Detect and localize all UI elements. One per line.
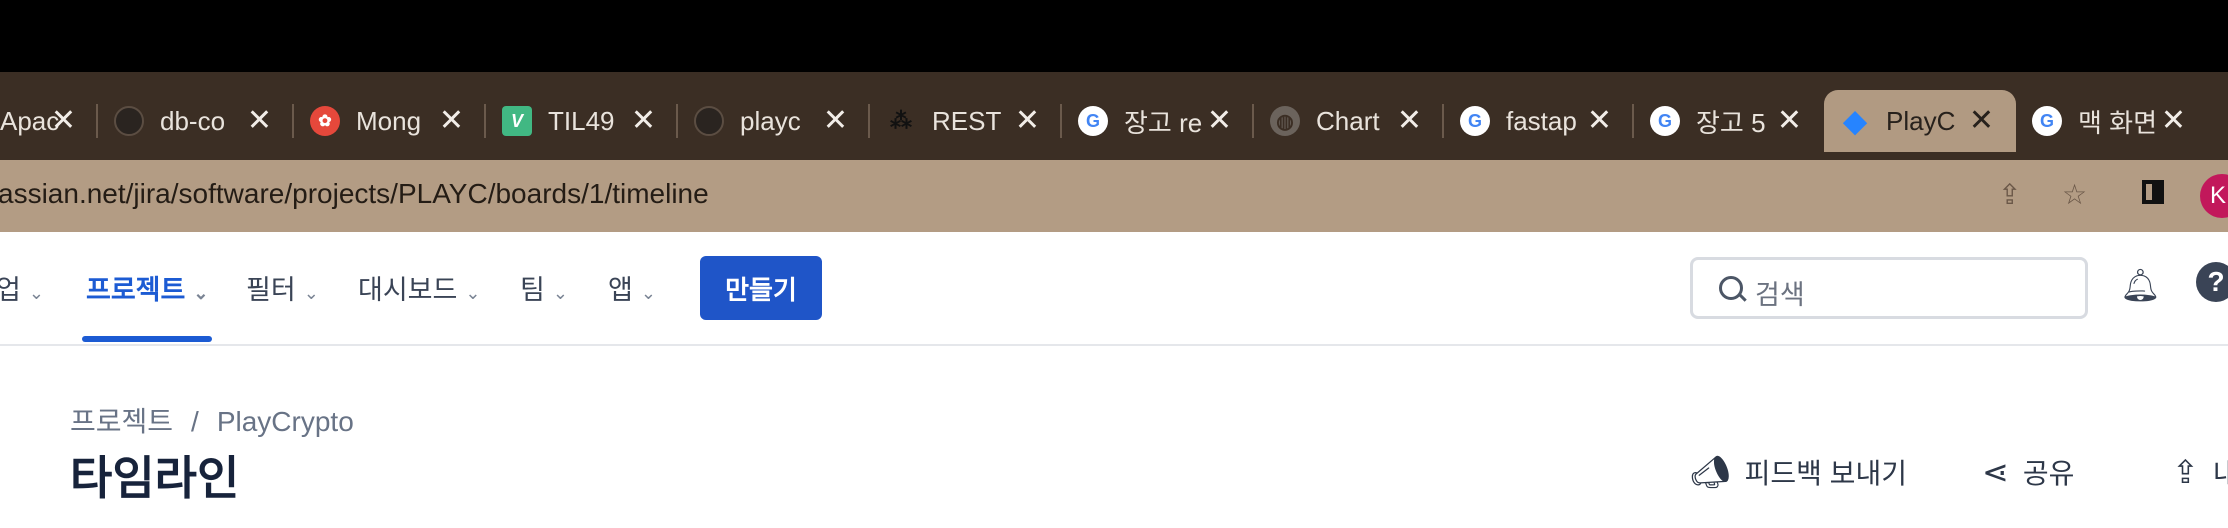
nav-item-apps[interactable]: 앱 ⌄	[608, 268, 656, 307]
breadcrumb-separator: /	[191, 406, 199, 437]
nav-item-label: 팀	[520, 275, 545, 305]
close-icon[interactable]: ✕	[1777, 104, 1802, 138]
active-nav-indicator	[82, 336, 212, 342]
close-icon[interactable]: ✕	[1969, 104, 1994, 138]
tab-title: 장고 re	[1124, 107, 1203, 138]
tab-title: playc	[740, 105, 801, 136]
tab-title: Chart	[1316, 105, 1380, 136]
jira-top-nav: 업 ⌄ 프로젝트 ⌄ 필터 ⌄ 대시보드 ⌄ 팀 ⌄ 앱 ⌄ 만들기 검색 🔔︎ ?	[0, 232, 2228, 346]
share-button[interactable]: ⋖ 공유	[1982, 452, 2074, 492]
breadcrumb: 프로젝트 / PlayCrypto	[70, 400, 354, 440]
tab-title: Apac	[0, 105, 60, 136]
breadcrumb-project-link[interactable]: PlayCrypto	[217, 406, 354, 437]
browser-tab-db-co[interactable]: db-co ✕	[98, 90, 294, 152]
nav-item-label: 대시보드	[358, 275, 458, 305]
share-label: 공유	[2022, 458, 2075, 489]
close-icon[interactable]: ✕	[1015, 104, 1040, 138]
chevron-down-icon: ⌄	[465, 283, 481, 303]
nav-item-label: 필터	[246, 275, 296, 305]
google-icon: G	[1460, 106, 1490, 136]
profile-avatar[interactable]: K	[2200, 174, 2228, 218]
create-button[interactable]: 만들기	[700, 256, 822, 320]
nav-item-dashboards[interactable]: 대시보드 ⌄	[358, 268, 480, 307]
close-icon[interactable]: ✕	[2161, 104, 2186, 138]
export-icon: ⇪	[2172, 454, 2199, 490]
close-icon[interactable]: ✕	[1587, 104, 1612, 138]
tab-title: TIL49	[548, 105, 615, 136]
share-page-icon[interactable]: ⇪	[1998, 178, 2021, 211]
browser-tab-chart[interactable]: ◍ Chart ✕	[1254, 90, 1444, 152]
browser-tab-rest[interactable]: ⁂ REST ✕	[870, 90, 1062, 152]
globe-icon: ◍	[1270, 106, 1300, 136]
share-icon: ⋖	[1982, 454, 2009, 490]
browser-tab-mac-screen[interactable]: G 맥 화면 ✕	[2016, 90, 2208, 152]
vue-icon: V	[502, 106, 532, 136]
nav-item-work[interactable]: 업 ⌄	[0, 268, 44, 307]
export-button[interactable]: ⇪ 내	[2172, 452, 2228, 492]
browser-tab-mongo[interactable]: ✿ Mong ✕	[294, 90, 486, 152]
mongodb-icon: ✿	[310, 106, 340, 136]
close-icon[interactable]: ✕	[1207, 104, 1232, 138]
browser-tab-til49[interactable]: V TIL49 ✕	[486, 90, 678, 152]
close-icon[interactable]: ✕	[247, 104, 272, 138]
browser-tab-django-re[interactable]: G 장고 re ✕	[1062, 90, 1254, 152]
megaphone-icon: 📣︎	[1690, 454, 1731, 490]
close-icon[interactable]: ✕	[631, 104, 656, 138]
export-label: 내	[2212, 458, 2228, 489]
close-icon[interactable]: ✕	[823, 104, 848, 138]
nav-item-label: 프로젝트	[86, 275, 186, 305]
send-feedback-button[interactable]: 📣︎ 피드백 보내기	[1690, 452, 1907, 492]
send-feedback-label: 피드백 보내기	[1744, 458, 1907, 489]
google-icon: G	[2032, 106, 2062, 136]
tab-title: fastap	[1506, 105, 1577, 136]
nav-item-label: 업	[0, 275, 21, 305]
breadcrumb-projects-link[interactable]: 프로젝트	[70, 406, 173, 437]
browser-tab-strip: Apac ✕ db-co ✕ ✿ Mong ✕ V TIL49 ✕ playc …	[0, 72, 2228, 160]
search-icon	[1719, 276, 1743, 300]
browser-tab-fastapi[interactable]: G fastap ✕	[1444, 90, 1634, 152]
address-bar[interactable]: assian.net/jira/software/projects/PLAYC/…	[0, 160, 2228, 232]
tab-title: PlayC	[1886, 105, 1956, 136]
github-icon	[694, 106, 724, 136]
tab-title: db-co	[160, 105, 226, 136]
side-panel-icon[interactable]	[2142, 180, 2164, 204]
browser-tab-apache[interactable]: Apac ✕	[0, 90, 98, 152]
rest-icon: ⁂	[890, 108, 912, 133]
os-top-bar	[0, 0, 2228, 72]
page-title: 타임라인	[70, 452, 240, 504]
chevron-down-icon: ⌄	[303, 283, 319, 303]
tab-title: 장고 5	[1696, 107, 1766, 138]
tab-title: Mong	[356, 105, 422, 136]
google-icon: G	[1650, 106, 1680, 136]
chevron-down-icon: ⌄	[552, 283, 568, 303]
browser-tab-playc-github[interactable]: playc ✕	[678, 90, 870, 152]
tab-title: REST	[932, 105, 1002, 136]
browser-tab-django-5[interactable]: G 장고 5 ✕	[1634, 90, 1824, 152]
chevron-down-icon: ⌄	[640, 283, 656, 303]
chevron-down-icon: ⌄	[28, 283, 44, 303]
google-icon: G	[1078, 106, 1108, 136]
nav-item-teams[interactable]: 팀 ⌄	[520, 268, 568, 307]
search-input[interactable]: 검색	[1690, 257, 2088, 319]
close-icon[interactable]: ✕	[439, 104, 464, 138]
github-icon	[114, 106, 144, 136]
url-text[interactable]: assian.net/jira/software/projects/PLAYC/…	[0, 178, 709, 210]
search-placeholder: 검색	[1755, 280, 1805, 310]
close-icon[interactable]: ✕	[1397, 104, 1422, 138]
jira-icon: ◆	[1843, 104, 1867, 138]
nav-item-label: 앱	[608, 275, 633, 305]
help-icon[interactable]: ?	[2196, 262, 2228, 302]
tab-title: 맥 화면	[2078, 107, 2157, 138]
close-icon[interactable]: ✕	[51, 104, 76, 138]
browser-tab-playc-active[interactable]: ◆ PlayC ✕	[1824, 90, 2016, 152]
nav-item-filters[interactable]: 필터 ⌄	[246, 268, 319, 307]
chevron-down-icon: ⌄	[193, 283, 209, 303]
nav-item-projects[interactable]: 프로젝트 ⌄	[86, 268, 208, 307]
bookmark-star-icon[interactable]: ☆	[2062, 178, 2087, 211]
notification-bell-icon[interactable]: 🔔︎	[2120, 266, 2161, 304]
